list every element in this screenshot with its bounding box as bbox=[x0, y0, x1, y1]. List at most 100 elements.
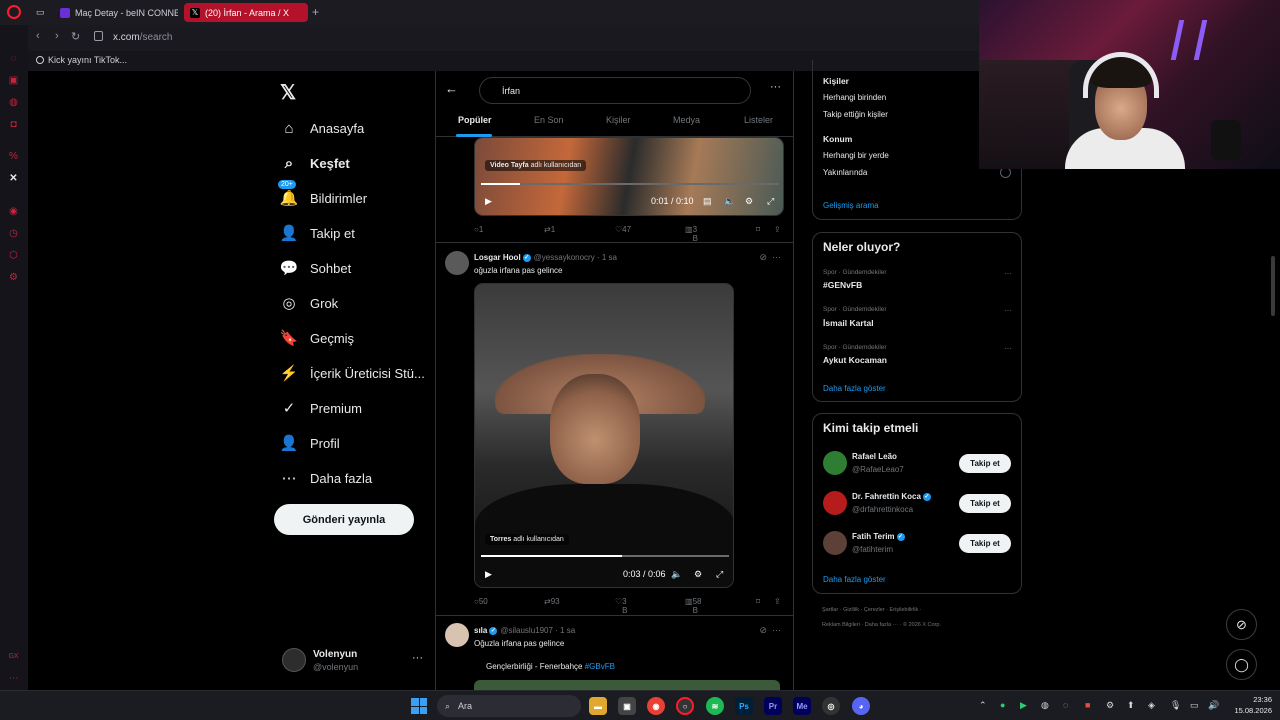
footer-links[interactable]: Şartlar · Gizlilik · Çerezler · Erişileb… bbox=[822, 607, 922, 613]
suggest-name[interactable]: Dr. Fahrettin Koca ✓ bbox=[852, 492, 931, 501]
tray-app-icon[interactable]: ⬆ bbox=[1127, 700, 1135, 711]
instagram-icon[interactable]: ◘ bbox=[8, 119, 19, 130]
suggest-name[interactable]: Fatih Terim ✓ bbox=[852, 532, 905, 541]
share-icon[interactable]: ⇪ bbox=[774, 225, 781, 234]
premiere-icon[interactable]: Pr bbox=[764, 697, 782, 715]
tray-chevron-icon[interactable]: ⌃ bbox=[979, 700, 987, 711]
filter-near-you[interactable]: Yakınlarında bbox=[823, 168, 867, 177]
tab-x-search[interactable]: 𝕏 (20) İrfan - Arama / X bbox=[184, 3, 308, 22]
new-tab-button[interactable]: + bbox=[312, 5, 319, 19]
media-encoder-icon[interactable]: Me bbox=[793, 697, 811, 715]
fullscreen-icon[interactable]: ⤢ bbox=[716, 569, 723, 580]
play-icon[interactable]: ▶ bbox=[485, 569, 492, 580]
follow-button[interactable]: Takip et bbox=[959, 454, 1011, 473]
more-options-icon[interactable]: ··· bbox=[770, 81, 781, 93]
percent-icon[interactable]: % bbox=[8, 151, 19, 162]
tray-app-icon[interactable]: ⚙ bbox=[1106, 700, 1114, 711]
tray-app-icon[interactable]: ▶ bbox=[1020, 700, 1027, 711]
windows-start-icon[interactable] bbox=[411, 698, 427, 714]
tab-people[interactable]: Kişiler bbox=[606, 115, 631, 125]
taskbar-search[interactable]: ⌕ Ara bbox=[437, 695, 581, 717]
volume-icon[interactable]: 🔈 bbox=[671, 569, 682, 580]
tray-app-icon[interactable]: ◌ bbox=[1063, 700, 1068, 710]
tab-lists[interactable]: Listeler bbox=[744, 115, 773, 125]
nav-item-notifications[interactable]: 🔔 20+ Bildirimler bbox=[278, 180, 367, 211]
avatar[interactable] bbox=[823, 491, 847, 515]
tweet-author[interactable]: sıla ✓ @silauslu1907 · 1 sa bbox=[474, 626, 575, 635]
microphone-icon[interactable]: 🎙 bbox=[1170, 700, 1181, 711]
account-switcher[interactable]: Volenyun @volenyun ··· bbox=[282, 646, 427, 676]
play-icon[interactable]: ▶ bbox=[485, 196, 492, 207]
forward-icon[interactable]: › bbox=[55, 30, 59, 42]
fullscreen-icon[interactable]: ⤢ bbox=[767, 196, 774, 207]
opera-logo-icon[interactable] bbox=[7, 5, 21, 19]
hashtag-link[interactable]: #GBvFB bbox=[585, 662, 615, 671]
bookmark-icon[interactable]: ⌑ bbox=[756, 597, 760, 606]
extensions-icon[interactable]: ⬡ bbox=[8, 250, 19, 261]
filter-anywhere[interactable]: Herhangi bir yerde bbox=[823, 151, 889, 160]
reload-icon[interactable]: ↻ bbox=[71, 30, 80, 43]
messenger-icon[interactable]: ◍ bbox=[8, 97, 19, 108]
follow-button[interactable]: Takip et bbox=[959, 494, 1011, 513]
views-button[interactable]: ▥ 3 B bbox=[685, 225, 698, 243]
nav-item-premium[interactable]: ✓ Premium bbox=[280, 395, 362, 421]
tab-bein[interactable]: Maç Detay - beIN CONNECT bbox=[54, 3, 178, 22]
nav-item-grok[interactable]: ◎ Grok bbox=[280, 290, 338, 316]
trend-item[interactable]: İsmail Kartal bbox=[823, 318, 874, 328]
advanced-search-link[interactable]: Gelişmiş arama bbox=[823, 201, 879, 210]
chrome-icon[interactable]: ◉ bbox=[647, 697, 665, 715]
like-button[interactable]: ♡ 3 B bbox=[615, 597, 628, 615]
settings-icon[interactable]: ⚙ bbox=[745, 196, 753, 207]
discord-icon[interactable]: ◕ bbox=[852, 697, 870, 715]
suggest-name[interactable]: Rafael Leão bbox=[852, 452, 897, 461]
x-logo-icon[interactable]: 𝕏 bbox=[280, 80, 296, 105]
show-more-link[interactable]: Daha fazla göster bbox=[823, 384, 886, 393]
obs-icon[interactable]: ◎ bbox=[822, 697, 840, 715]
more-icon[interactable]: ⋯ bbox=[8, 673, 19, 684]
player-icon[interactable]: ◉ bbox=[8, 206, 19, 217]
store-icon[interactable]: ▣ bbox=[618, 697, 636, 715]
back-arrow-icon[interactable]: ← bbox=[445, 81, 458, 96]
grok-float-button[interactable]: ⊘ bbox=[1226, 609, 1257, 640]
video-player[interactable]: Torres adlı kullanıcıdan ▶ 0:03 / 0:06 🔈… bbox=[474, 283, 734, 588]
tray-app-icon[interactable]: ● bbox=[1000, 700, 1005, 710]
filter-following[interactable]: Takip ettiğin kişiler bbox=[823, 110, 888, 119]
grok-icon[interactable]: ⊘ ··· bbox=[759, 252, 781, 263]
messages-float-button[interactable]: ◯ bbox=[1226, 649, 1257, 680]
url-field[interactable]: x.com/search bbox=[113, 32, 172, 43]
tray-app-icon[interactable]: ◈ bbox=[1148, 700, 1155, 711]
like-button[interactable]: ♡ 47 bbox=[615, 225, 631, 234]
share-icon[interactable]: ⇪ bbox=[774, 597, 781, 606]
tab-latest[interactable]: En Son bbox=[534, 115, 564, 125]
tray-app-icon[interactable]: ◍ bbox=[1041, 700, 1049, 711]
filter-anyone[interactable]: Herhangi birinden bbox=[823, 93, 886, 102]
tweet-author[interactable]: Losgar Hool ✓ @yessaykonocry · 1 sa bbox=[474, 253, 617, 262]
show-more-link[interactable]: Daha fazla göster bbox=[823, 575, 886, 584]
bookmark-icon[interactable]: ⌑ bbox=[756, 225, 760, 234]
tab-media[interactable]: Medya bbox=[673, 115, 700, 125]
post-button[interactable]: Gönderi yayınla bbox=[274, 504, 414, 535]
nav-item-bookmarks[interactable]: 🔖 Geçmiş bbox=[280, 325, 354, 351]
network-icon[interactable]: ▭ bbox=[1190, 700, 1199, 711]
trend-item[interactable]: #GENvFB bbox=[823, 280, 862, 290]
settings-icon[interactable]: ⚙ bbox=[8, 272, 19, 283]
trend-more-icon[interactable]: ··· bbox=[1004, 269, 1012, 278]
more-icon[interactable]: ··· bbox=[412, 652, 423, 664]
nav-item-creator-studio[interactable]: ⚡ İçerik Üreticisi Stü... bbox=[280, 360, 425, 386]
avatar[interactable] bbox=[823, 531, 847, 555]
bookmark-kick[interactable]: Kick yayını TikTok... bbox=[36, 55, 127, 65]
file-explorer-icon[interactable]: ▬ bbox=[589, 697, 607, 715]
video-progress[interactable] bbox=[481, 183, 779, 185]
aria-icon[interactable]: ◌ bbox=[8, 53, 19, 64]
quoted-media[interactable] bbox=[474, 680, 780, 690]
avatar[interactable] bbox=[445, 623, 469, 647]
nav-item-more[interactable]: ⋯ Daha fazla bbox=[280, 465, 373, 491]
reply-button[interactable]: ○ 50 bbox=[474, 597, 488, 606]
spotify-icon[interactable]: ≋ bbox=[706, 697, 724, 715]
grok-icon[interactable]: ⊘ ··· bbox=[759, 625, 781, 636]
avatar[interactable] bbox=[445, 251, 469, 275]
repost-button[interactable]: ⇄ 93 bbox=[544, 597, 560, 606]
settings-icon[interactable]: ⚙ bbox=[694, 569, 702, 580]
repost-button[interactable]: ⇄ 1 bbox=[544, 225, 555, 234]
opera-gx-icon[interactable]: ○ bbox=[676, 697, 694, 715]
